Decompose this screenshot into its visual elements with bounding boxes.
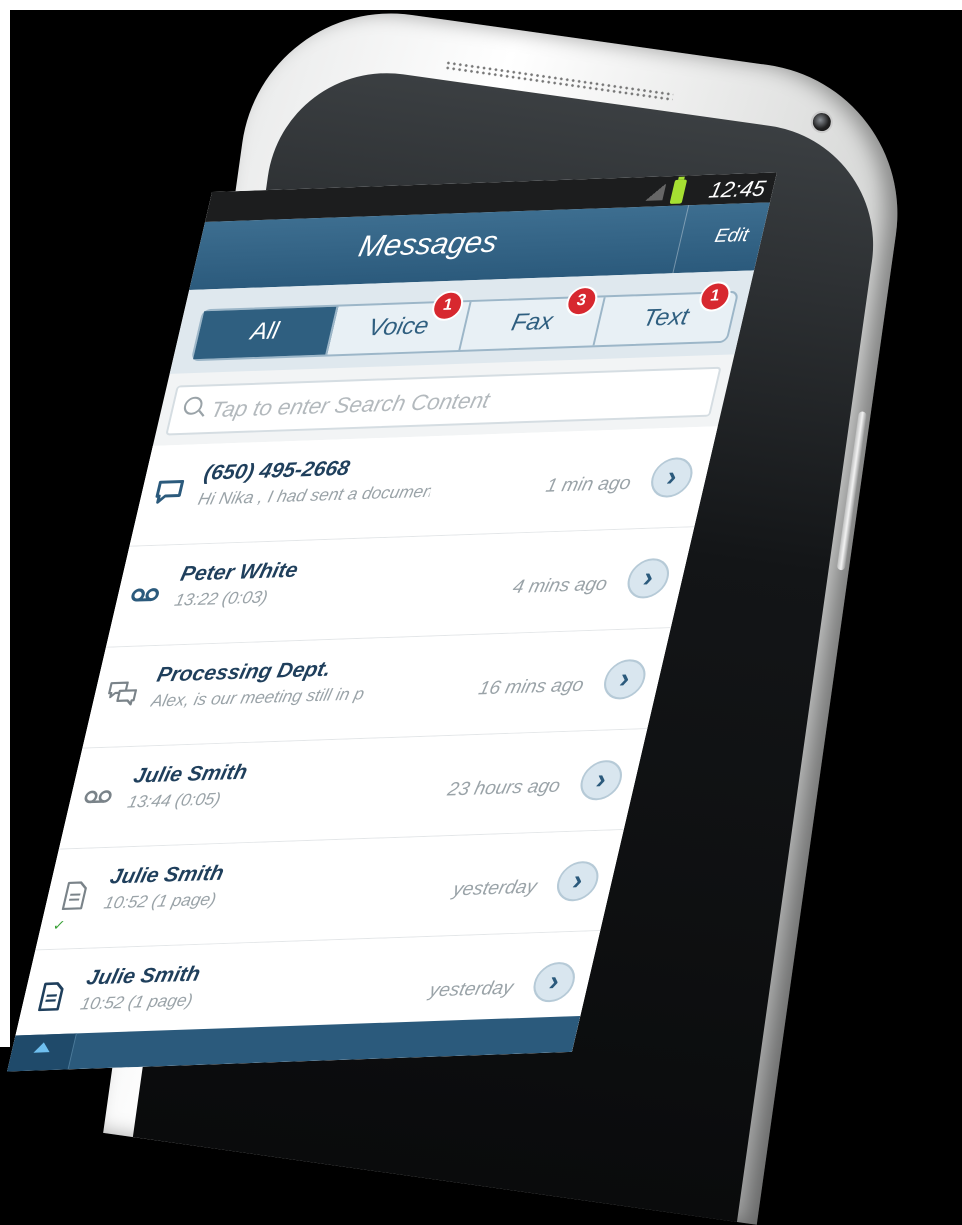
voicemail-icon — [127, 577, 164, 608]
tab-all-label: All — [248, 317, 281, 345]
chat-bubble-icon — [151, 476, 188, 507]
battery-icon — [670, 180, 688, 204]
status-time: 12:45 — [707, 176, 769, 204]
message-preview: 10:52 (1 page) — [102, 886, 339, 914]
message-sender: Julie Smith — [131, 761, 250, 789]
message-sender: Julie Smith — [84, 963, 203, 991]
tab-text[interactable]: Text 1 — [594, 293, 737, 346]
search-box[interactable] — [165, 367, 721, 436]
page-title: Messages — [355, 226, 501, 265]
chevron-right-icon[interactable]: › — [529, 961, 579, 1002]
group-chat-icon — [103, 678, 140, 709]
chevron-right-icon[interactable]: › — [600, 659, 650, 700]
tab-fax[interactable]: Fax 3 — [460, 297, 605, 350]
chevron-right-icon[interactable]: › — [647, 457, 697, 498]
voicemail-icon — [80, 779, 117, 810]
chevron-right-icon[interactable]: › — [553, 861, 603, 902]
search-icon — [182, 396, 204, 415]
message-time: yesterday — [451, 877, 539, 902]
nav-divider — [672, 205, 689, 273]
message-sender: Processing Dept. — [155, 658, 334, 688]
scroll-up-button[interactable] — [7, 1033, 77, 1071]
tab-text-label: Text — [640, 303, 691, 332]
message-preview: 13:22 (0:03) — [172, 583, 409, 611]
signal-icon — [644, 184, 666, 201]
tab-all[interactable]: All — [193, 307, 338, 360]
message-preview: 10:52 (1 page) — [78, 986, 315, 1014]
voice-count-badge: 1 — [429, 290, 466, 321]
message-time: 1 min ago — [544, 473, 633, 498]
checkmark-icon: ✓ — [51, 917, 67, 934]
message-sender: Peter White — [178, 559, 300, 587]
filter-segments: All Voice 1 Fax 3 Text 1 — [191, 291, 740, 362]
volume-button — [837, 411, 867, 571]
speaker-grille — [444, 60, 673, 102]
message-time: 16 mins ago — [476, 675, 586, 701]
front-camera — [809, 110, 834, 135]
fax-document-icon — [33, 981, 70, 1012]
chevron-right-icon[interactable]: › — [623, 558, 673, 599]
message-sender: (650) 495-2668 — [202, 457, 352, 486]
text-count-badge: 1 — [696, 281, 733, 312]
tab-fax-label: Fax — [509, 308, 556, 336]
fax-document-icon — [56, 880, 93, 911]
message-time: 4 mins ago — [510, 574, 609, 599]
tab-voice[interactable]: Voice 1 — [327, 302, 472, 355]
fax-count-badge: 3 — [563, 286, 600, 317]
message-preview: 13:44 (0:05) — [125, 785, 362, 813]
message-preview: Alex, is our meeting still in p — [149, 684, 386, 712]
edit-button[interactable]: Edit — [713, 225, 751, 248]
chevron-right-icon[interactable]: › — [576, 760, 626, 801]
message-preview: Hi Nika , I had sent a documen — [196, 482, 433, 510]
message-time: 23 hours ago — [445, 776, 562, 802]
search-input[interactable] — [205, 377, 709, 426]
tab-voice-label: Voice — [365, 312, 431, 341]
message-time: yesterday — [427, 978, 515, 1003]
message-sender: Julie Smith — [107, 862, 226, 890]
